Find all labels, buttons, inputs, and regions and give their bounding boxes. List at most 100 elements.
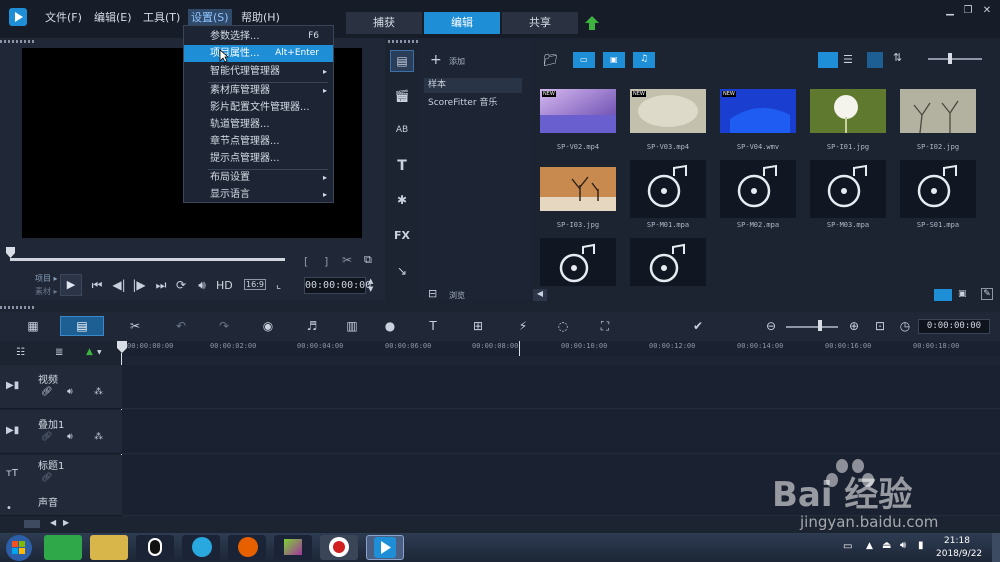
subtitle-editor-icon[interactable]: T [424,318,442,334]
folder-item-scorefitter[interactable]: ScoreFitter 音乐 [424,96,522,111]
timecode-stepper-icon[interactable]: ▲ ▼ [368,277,373,293]
scrubber-handle-icon[interactable] [6,247,15,258]
keyboard-tray-icon[interactable]: ▭ [843,541,852,552]
end-icon[interactable]: ⏭ [153,277,169,293]
grid-view-icon[interactable] [867,52,883,68]
ripple-icon[interactable]: ⁂ [94,432,103,442]
motion-tracking-icon[interactable]: ● [381,318,399,334]
redo-icon[interactable]: ↷ [215,318,233,334]
usb-tray-icon[interactable]: ⏏ [882,540,891,551]
menu-item-display-language[interactable]: 显示语言 ▸ [184,186,333,203]
link-icon[interactable]: 🔗︎ [41,432,52,442]
pan-zoom-icon[interactable]: ⛶ [596,318,614,334]
scroll-mini-icon[interactable] [24,520,40,528]
fx-icon[interactable]: FX [392,226,412,246]
library-layout-button[interactable] [934,289,952,301]
hd-toggle[interactable]: HD [216,279,233,292]
smart-render-icon[interactable]: ✔ [689,318,707,334]
zoom-slider[interactable] [786,326,838,328]
thumb-size-handle[interactable] [948,53,952,64]
ripple-icon[interactable]: ⁂ [94,387,103,397]
clock-time[interactable]: 21:18 [944,536,970,546]
zoom-in-icon[interactable]: ⊕ [845,318,863,334]
menu-item-smart-proxy[interactable]: 智能代理管理器 ▸ [184,63,333,80]
track-header-voice[interactable] [0,492,122,516]
zoom-slider-handle[interactable] [818,320,822,331]
menu-item-preferences[interactable]: 参数选择... F6 [184,28,333,45]
next-frame-icon[interactable]: |▶ [131,277,147,293]
taskbar-app-360-icon[interactable] [44,535,82,560]
track-manager-icon[interactable]: ☷ [16,347,25,358]
clock-date[interactable]: 2018/9/22 [936,549,982,559]
fit-project-icon[interactable]: ⊡ [871,318,889,334]
track-row[interactable] [122,410,1000,454]
enlarge-icon[interactable]: ⧉ [364,253,372,267]
audio-icon[interactable] [540,238,616,286]
sort-icon[interactable]: ⇅ [893,51,902,64]
panel-grip-icon[interactable] [0,40,36,43]
audio-icon[interactable] [720,160,796,218]
volume-icon[interactable]: 🔊︎ [194,277,210,293]
tab-share[interactable]: 共享 [502,12,578,34]
menu-edit[interactable]: 编辑(E) [91,9,135,27]
prev-frame-icon[interactable]: ◀| [111,277,127,293]
project-mode-label[interactable]: 项目 ▸ [35,273,58,284]
menu-item-cue-manager[interactable]: 提示点管理器... [184,150,333,167]
view-large-button[interactable] [818,52,838,68]
import-media-icon[interactable]: 📁︎ [543,53,558,67]
menu-item-layout-settings[interactable]: 布局设置 ▸ [184,169,333,186]
link-icon[interactable]: 🔗︎ [41,387,52,397]
clip-mode-label[interactable]: 素材 ▸ [35,286,58,297]
collapse-arrow-icon[interactable]: ◀ [533,289,547,301]
thumb-size-slider[interactable] [928,58,982,60]
browse-icon[interactable]: ⊟ [428,287,437,300]
transition-icon[interactable]: AB [392,120,412,140]
scissors-icon[interactable]: ✂ [342,253,352,267]
menu-file[interactable]: 文件(F) [42,9,85,27]
restore-icon[interactable]: ❐ [960,4,976,18]
windows-start-icon[interactable] [4,534,34,562]
preview-timecode[interactable]: 00:00:00:00 [304,277,371,294]
chevron-down-icon[interactable]: ▼ [97,349,102,356]
multicam-icon[interactable]: ⊞ [469,318,487,334]
tab-capture[interactable]: 捕获 [346,12,422,34]
layout-split-icon[interactable]: ▣ [958,289,967,299]
folder-item-samples[interactable]: 样本 [424,78,522,93]
photo-thumbnail[interactable] [810,89,886,133]
track-row[interactable] [122,365,1000,409]
time-remap-icon[interactable]: ⚡ [514,318,532,334]
tab-edit[interactable]: 编辑 [424,12,500,34]
mute-icon[interactable]: 🔊︎ [67,432,73,442]
audio-icon[interactable] [630,160,706,218]
repeat-icon[interactable]: ⟳ [173,277,189,293]
upload-arrow-icon[interactable] [584,15,600,31]
menu-tools[interactable]: 工具(T) [140,9,183,27]
fit-icon[interactable]: ⌞ [276,278,281,291]
mute-icon[interactable]: 🔊︎ [67,387,73,397]
minimize-icon[interactable]: ▁ [942,4,958,18]
tools-icon[interactable]: ✂ [126,318,144,334]
audio-icon[interactable] [810,160,886,218]
storyboard-view-icon[interactable]: ▦ [24,318,42,334]
photo-thumbnail[interactable] [540,167,616,211]
taskbar-explorer-icon[interactable] [90,535,128,560]
scroll-left-icon[interactable]: ◀ [50,518,56,527]
path-icon[interactable]: ↘ [392,261,412,281]
menu-item-track-manager[interactable]: 轨道管理器... [184,116,333,133]
playhead-icon[interactable] [117,341,127,353]
menu-item-project-properties[interactable]: 项目属性... Alt+Enter [184,45,333,62]
link-icon[interactable]: 🔗︎ [41,473,52,483]
media-category-icon[interactable]: ▤ [390,50,414,72]
scroll-right-icon[interactable]: ▶ [63,518,69,527]
timeline-timecode[interactable]: 0:00:00:00 [918,319,990,334]
graphics-icon[interactable]: ✱ [392,190,412,210]
mark-out-icon[interactable]: ] [324,255,328,268]
home-icon[interactable]: ⏮ [89,277,105,293]
menu-item-library-manager[interactable]: 素材库管理器 ▸ [184,82,333,99]
list-view-icon[interactable]: ☰ [843,53,853,66]
aspect-ratio-button[interactable]: 16:9 [244,279,266,290]
menu-item-chapter-manager[interactable]: 章节点管理器... [184,133,333,150]
add-folder-label[interactable]: 添加 [449,56,465,67]
zoom-out-icon[interactable]: ⊖ [762,318,780,334]
scrubber-bar[interactable] [10,258,285,261]
